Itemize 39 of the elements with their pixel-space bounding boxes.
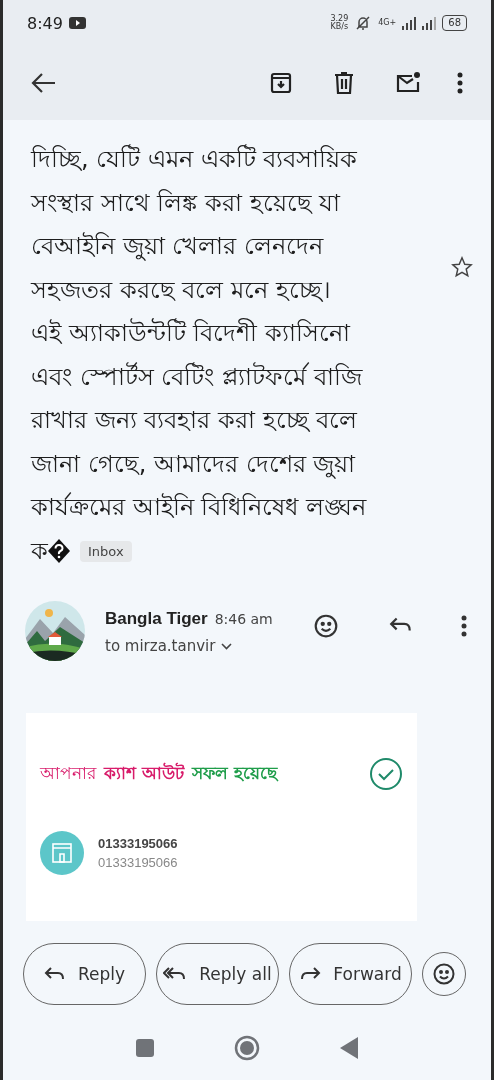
account-number: 01333195066: [98, 836, 178, 851]
message-text: দিচ্ছি, যেটি এমন একটি ব্যবসায়িক: [31, 143, 358, 175]
message-text: এই অ্যাকাউন্টটি বিদেশী ক্যাসিনো: [31, 317, 350, 349]
video-icon: [68, 17, 86, 29]
archive-icon: [269, 71, 293, 95]
message-text: রাখার জন্য ব্যবহার করা হচ্ছে বলে: [31, 405, 358, 436]
muted-bell-icon: [354, 15, 373, 31]
mail-dot-icon: [395, 71, 421, 95]
check-circle-icon: [369, 757, 403, 791]
home-button[interactable]: [234, 1035, 260, 1061]
inbox-label: Inbox: [80, 540, 132, 562]
card-title: আপনার ক্যাশ আউট সফল হয়েছে: [40, 761, 280, 785]
store-icon: [40, 831, 84, 875]
unknown-character-icon: [48, 539, 70, 564]
message-text: এবং স্পোর্টস বেটিং প্ল্যাটফর্মে বাজি: [31, 361, 362, 393]
sender-name: Bangla Tiger: [105, 609, 208, 629]
recipient-button[interactable]: to mirza.tanvir: [105, 637, 287, 655]
smiley-icon: [432, 962, 456, 986]
message-text: বেআইনি জুয়া খেলার লেনদেন: [31, 231, 323, 263]
message-text: কার্যক্রমের আইনি বিধিনিষেধ লঙ্ঘন: [31, 491, 366, 523]
star-button[interactable]: [449, 254, 475, 280]
more-icon: [461, 615, 467, 637]
message-text: সংস্থার সাথে লিঙ্ক করা হয়েছে যা: [31, 187, 341, 219]
more-icon: [457, 72, 463, 94]
signal-icon: [402, 16, 437, 30]
message-text: সহজতর করছে বলে মনে হচ্ছে।: [31, 274, 331, 306]
network-speed: 3.29 KB/s: [330, 15, 349, 31]
battery-level: 68: [442, 15, 467, 31]
back-arrow-icon: [31, 72, 57, 94]
sent-time: 8:46 am: [214, 611, 273, 627]
network-type: 4G+: [378, 19, 397, 27]
account-number: 01333195066: [98, 855, 178, 870]
smiley-icon: [313, 613, 339, 639]
clock: 8:49: [27, 13, 63, 33]
trash-icon: [333, 71, 355, 95]
message-text: ক: [31, 535, 48, 567]
back-nav-button[interactable]: [340, 1037, 358, 1059]
message-text: জানা গেছে, আমাদের দেশের জুয়া: [31, 448, 356, 481]
chevron-down-icon: [221, 642, 233, 650]
